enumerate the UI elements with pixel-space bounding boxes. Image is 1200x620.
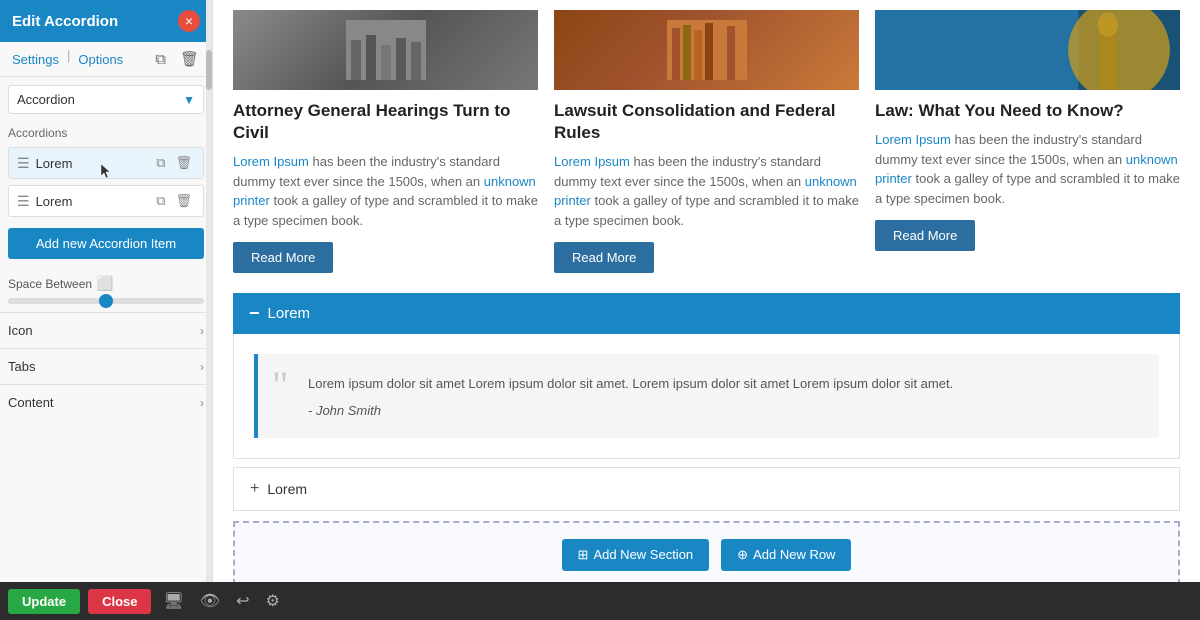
tab-separator: | <box>67 48 70 70</box>
add-row-icon: ⊕ <box>737 547 748 563</box>
tabs-section-toggle[interactable]: Tabs › <box>0 348 212 384</box>
delete-panel-icon[interactable]: 🗑 <box>175 48 204 70</box>
cards-section: Attorney General Hearings Turn to Civil … <box>213 0 1200 283</box>
accordion-open-label: Lorem <box>268 305 311 322</box>
item-1-actions: ⧉ 🗑 <box>153 154 195 172</box>
settings-icon[interactable]: ⚙ <box>262 587 284 615</box>
accordion-type-label: Accordion <box>17 92 75 107</box>
panel-tabs: Settings | Options ⧉ 🗑 <box>0 42 212 77</box>
add-new-section-button[interactable]: ⊞ Add New Section <box>562 539 710 571</box>
monitor-icon: ⬜ <box>96 275 113 292</box>
icon-chevron-right: › <box>200 324 204 338</box>
blockquote-box: " Lorem ipsum dolor sit amet Lorem ipsum… <box>254 354 1159 438</box>
settings-tab[interactable]: Settings <box>8 48 63 70</box>
blockquote-text: Lorem ipsum dolor sit amet Lorem ipsum d… <box>308 374 1139 395</box>
left-panel: Edit Accordion × Settings | Options ⧉ 🗑 … <box>0 0 213 620</box>
content-chevron-right: › <box>200 396 204 410</box>
history-icon[interactable]: ↩ <box>232 587 253 615</box>
accordion-main-area: − Lorem " Lorem ipsum dolor sit amet Lor… <box>233 293 1180 511</box>
add-accordion-item-button[interactable]: Add new Accordion Item <box>8 228 204 259</box>
delete-item-1-button[interactable]: 🗑 <box>172 154 195 172</box>
options-tab[interactable]: Options <box>74 48 127 70</box>
add-section-buttons: ⊞ Add New Section ⊕ Add New Row <box>251 539 1162 571</box>
add-new-row-button[interactable]: ⊕ Add New Row <box>721 539 851 571</box>
space-between-slider[interactable] <box>8 298 204 304</box>
card-2-svg <box>667 20 747 80</box>
add-section-icon: ⊞ <box>578 547 589 563</box>
copy-item-1-button[interactable]: ⧉ <box>153 154 168 172</box>
space-between-section: Space Between ⬜ <box>0 267 212 312</box>
card-3: Law: What You Need to Know? Lorem Ipsum … <box>875 10 1180 273</box>
content-section-label: Content <box>8 395 54 410</box>
accordion-item-label-2: Lorem <box>36 194 148 209</box>
card-2-text: Lorem Ipsum has been the industry's stan… <box>554 152 859 230</box>
accordion-item-2[interactable]: ☰ Lorem ⧉ 🗑 <box>8 185 204 217</box>
accordion-collapsed-label: Lorem <box>267 481 307 497</box>
quote-marks-icon: " <box>272 366 288 406</box>
delete-item-2-button[interactable]: 🗑 <box>172 192 195 210</box>
card-3-text-2: took a galley of type and scrambled it t… <box>875 171 1180 206</box>
card-3-svg <box>875 10 1180 90</box>
drag-icon-2: ☰ <box>17 193 30 210</box>
space-between-label-text: Space Between <box>8 277 92 291</box>
chevron-down-icon: ▼ <box>183 93 195 107</box>
card-1-svg <box>346 20 426 80</box>
card-2-link-1[interactable]: Lorem Ipsum <box>554 154 630 169</box>
card-2-read-more-button[interactable]: Read More <box>554 242 654 273</box>
card-1-text-2: took a galley of type and scrambled it t… <box>233 193 538 228</box>
accordions-section-label: Accordions <box>0 118 212 144</box>
blockquote-author: - John Smith <box>308 403 1139 418</box>
right-content: Attorney General Hearings Turn to Civil … <box>213 0 1200 620</box>
scrollbar-thumb[interactable] <box>206 50 212 90</box>
accordion-item-1[interactable]: ☰ Lorem ⧉ 🗑 <box>8 147 204 179</box>
desktop-icon[interactable]: 🖥 <box>159 587 187 615</box>
add-row-label: Add New Row <box>753 547 835 562</box>
card-3-link-1[interactable]: Lorem Ipsum <box>875 132 951 147</box>
drag-icon-1: ☰ <box>17 155 30 172</box>
card-1-title: Attorney General Hearings Turn to Civil <box>233 100 538 144</box>
card-2-image <box>554 10 859 90</box>
panel-close-button[interactable]: × <box>178 10 200 32</box>
item-2-actions: ⧉ 🗑 <box>153 192 195 210</box>
plus-icon: + <box>250 480 259 498</box>
panel-title: Edit Accordion <box>12 13 118 30</box>
card-2-text-2: took a galley of type and scrambled it t… <box>554 193 859 228</box>
card-1: Attorney General Hearings Turn to Civil … <box>233 10 538 273</box>
accordion-item-label-1: Lorem <box>36 156 148 171</box>
card-2: Lawsuit Consolidation and Federal Rules … <box>554 10 859 273</box>
copy-panel-icon[interactable]: ⧉ <box>150 48 171 70</box>
icon-section-toggle[interactable]: Icon › <box>0 312 212 348</box>
card-2-title: Lawsuit Consolidation and Federal Rules <box>554 100 859 144</box>
icon-section-label: Icon <box>8 323 33 338</box>
card-3-text: Lorem Ipsum has been the industry's stan… <box>875 130 1180 208</box>
card-1-image <box>233 10 538 90</box>
tabs-section-label: Tabs <box>8 359 35 374</box>
scrollbar-track <box>206 0 212 620</box>
eye-icon[interactable]: 👁 <box>196 587 224 615</box>
accordion-collapsed-item[interactable]: + Lorem <box>233 467 1180 511</box>
copy-item-2-button[interactable]: ⧉ <box>153 192 168 210</box>
card-1-link-1[interactable]: Lorem Ipsum <box>233 154 309 169</box>
card-1-read-more-button[interactable]: Read More <box>233 242 333 273</box>
content-section-toggle[interactable]: Content › <box>0 384 212 420</box>
card-3-read-more-button[interactable]: Read More <box>875 220 975 251</box>
accordion-type-dropdown[interactable]: Accordion ▼ <box>8 85 204 114</box>
bottom-bar: Update Close 🖥 👁 ↩ ⚙ <box>0 582 1200 620</box>
accordion-widget-section: Accordion ▼ <box>0 77 212 118</box>
panel-header: Edit Accordion × <box>0 0 212 42</box>
tabs-chevron-right: › <box>200 360 204 374</box>
card-1-text: Lorem Ipsum has been the industry's stan… <box>233 152 538 230</box>
accordion-open-content: " Lorem ipsum dolor sit amet Lorem ipsum… <box>233 334 1180 459</box>
close-button[interactable]: Close <box>88 589 151 614</box>
card-3-image <box>875 10 1180 90</box>
card-3-title: Law: What You Need to Know? <box>875 100 1180 122</box>
update-button[interactable]: Update <box>8 589 80 614</box>
add-section-label: Add New Section <box>593 547 693 562</box>
minus-icon: − <box>249 303 260 324</box>
accordion-open-header[interactable]: − Lorem <box>233 293 1180 334</box>
